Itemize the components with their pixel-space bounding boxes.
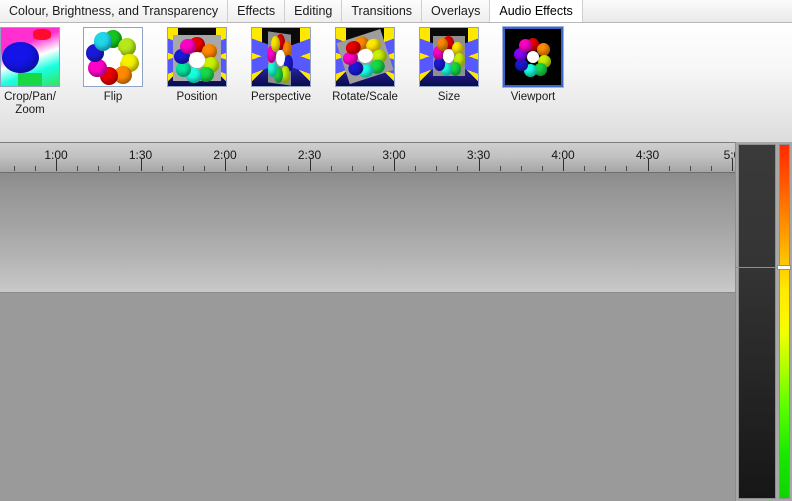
tab-colour-brightness-transparency[interactable]: Colour, Brightness, and Transparency [0,0,229,22]
ruler-tick-minor [584,166,585,171]
ruler-tick-minor [500,166,501,171]
tab-label: Editing [294,3,333,18]
audio-meter-seam [736,267,778,268]
gallery-item-rotate-scale[interactable]: Rotate/Scale [330,27,400,104]
effects-browser-window: Colour, Brightness, and Transparency Eff… [0,0,792,501]
gallery-item-label: Flip [103,91,123,103]
ruler-tick-minor [373,166,374,171]
gallery-item-perspective[interactable]: Perspective [246,27,316,104]
tab-label: Audio Effects [499,3,573,18]
ruler-tick-minor [669,166,670,171]
ruler-tick-minor [35,166,36,171]
rotate-scale-thumbnail[interactable] [335,27,395,87]
tab-audio-effects[interactable]: Audio Effects [490,0,583,22]
gallery-item-position[interactable]: Position [162,27,232,104]
gallery-item-flip[interactable]: Flip [78,27,148,104]
gallery-item-label: Position [176,91,218,103]
ruler-tick-minor [162,166,163,171]
tab-transitions[interactable]: Transitions [342,0,423,22]
ruler-tick-minor [457,166,458,171]
ruler-tick-major [225,159,226,171]
empty-track-region[interactable] [0,294,735,501]
ruler-tick-minor [183,166,184,171]
audio-meter-body[interactable] [738,144,776,499]
audio-meter-panel [735,142,792,501]
tab-editing[interactable]: Editing [285,0,343,22]
ruler-tick-major [140,159,142,171]
ruler-tick-major [56,159,57,171]
timeline-track-area[interactable] [0,173,735,501]
gallery-item-viewport[interactable]: Viewport [498,26,568,104]
ruler-tick-minor [288,166,289,171]
gallery-item-label: Crop/Pan/ Zoom [4,91,56,116]
ruler-tick-major [478,159,480,171]
crop-pan-zoom-thumbnail[interactable] [0,27,60,87]
ruler-tick-minor [521,166,522,171]
ruler-tick-minor [690,166,691,171]
ruler-tick-minor [415,166,416,171]
video-track-row[interactable] [0,173,735,293]
ruler-tick-major [394,159,395,171]
tab-label: Effects [237,3,276,18]
ruler-tick-minor [605,166,606,171]
tab-overlays[interactable]: Overlays [422,0,491,22]
ruler-tick-minor [711,166,712,171]
audio-meter-scale[interactable] [779,144,790,499]
ruler-label: 5:0 [723,148,735,162]
effects-thumbnail-gallery[interactable]: Crop/Pan/ Zoom Flip Position Perspective… [0,23,792,142]
ruler-tick-minor [204,166,205,171]
timeline-ruler[interactable]: 1:001:302:002:303:003:304:004:305:0 [0,142,735,173]
tab-label: Colour, Brightness, and Transparency [9,3,219,18]
ruler-tick-major [563,159,564,171]
gallery-item-crop-pan-zoom[interactable]: Crop/Pan/ Zoom [0,27,65,117]
ruler-tick-minor [14,166,15,171]
audio-meter-marker[interactable] [777,265,791,270]
ruler-tick-minor [98,166,99,171]
ruler-tick-major [732,159,733,171]
effects-category-tabbar: Colour, Brightness, and Transparency Eff… [0,0,792,23]
tab-label: Overlays [431,3,481,18]
tab-effects[interactable]: Effects [228,0,286,22]
ruler-tick-minor [119,166,120,171]
gallery-item-label: Size [437,91,461,103]
gallery-item-label: Viewport [510,91,556,103]
gallery-item-label: Rotate/Scale [332,91,398,103]
ruler-tick-minor [331,166,332,171]
position-thumbnail[interactable] [167,27,227,87]
size-thumbnail[interactable] [419,27,479,87]
ruler-tick-minor [352,166,353,171]
ruler-tick-minor [542,166,543,171]
ruler-tick-minor [267,166,268,171]
ruler-tick-major [309,159,311,171]
ruler-tick-minor [436,166,437,171]
ruler-tick-minor [77,166,78,171]
tabbar-filler [582,0,792,22]
gallery-item-label: Perspective [250,91,312,103]
ruler-tick-minor [626,166,627,171]
flip-thumbnail[interactable] [83,27,143,87]
viewport-thumbnail[interactable] [502,26,564,88]
ruler-tick-minor [246,166,247,171]
perspective-thumbnail[interactable] [251,27,311,87]
ruler-tick-major [647,159,649,171]
tab-label: Transitions [351,3,413,18]
gallery-item-size[interactable]: Size [414,27,484,104]
